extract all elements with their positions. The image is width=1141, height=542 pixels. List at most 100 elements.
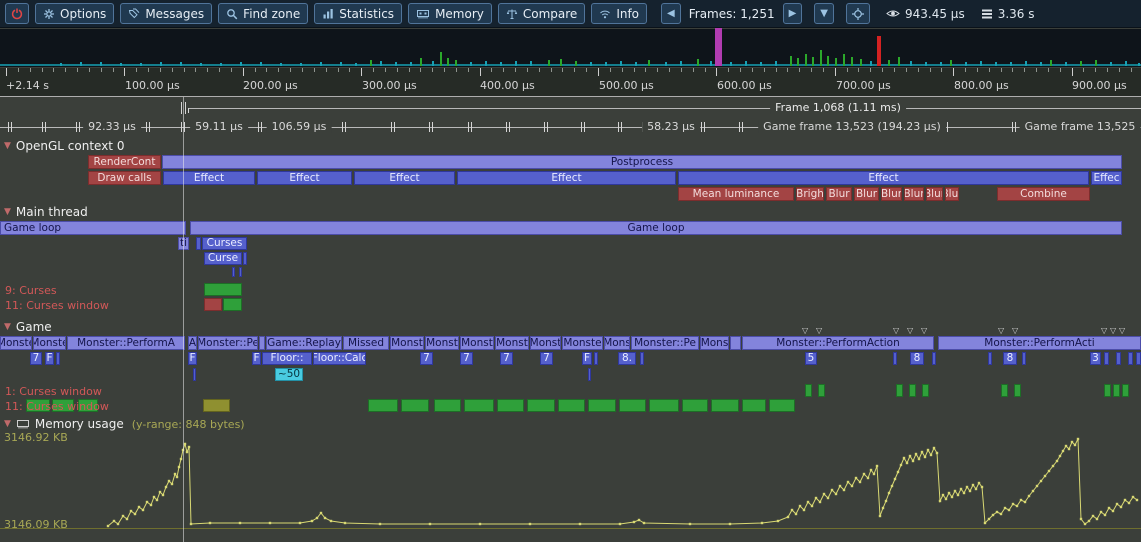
frame-bar[interactable] bbox=[560, 59, 562, 66]
frame-bar[interactable] bbox=[1050, 60, 1052, 66]
zone-bar[interactable] bbox=[1014, 384, 1021, 397]
zone-bar[interactable]: Monste bbox=[0, 336, 32, 350]
frame-bar[interactable] bbox=[380, 61, 382, 66]
zone-bar[interactable]: Combine bbox=[997, 187, 1090, 201]
frame-bar[interactable] bbox=[1025, 61, 1027, 66]
zone-bar[interactable] bbox=[497, 399, 524, 412]
frame-bar[interactable] bbox=[260, 62, 262, 66]
frame-bar[interactable] bbox=[715, 28, 722, 66]
zone-bar[interactable]: 7 bbox=[420, 352, 433, 365]
zone-bar[interactable]: Monster::PerformAction bbox=[742, 336, 934, 350]
zone-bar[interactable] bbox=[527, 399, 555, 412]
zone-bar[interactable]: Draw calls bbox=[88, 171, 161, 185]
find-zone-button[interactable]: Find zone bbox=[218, 3, 308, 24]
message-marker-icon[interactable]: ▽ bbox=[998, 326, 1004, 335]
zone-bar[interactable] bbox=[711, 399, 739, 412]
frame-bar[interactable] bbox=[60, 63, 62, 66]
message-marker-icon[interactable]: ▽ bbox=[1110, 326, 1116, 335]
zone-bar[interactable]: F bbox=[582, 352, 592, 365]
zone-bar[interactable]: Monst bbox=[460, 336, 494, 350]
frame-bar[interactable] bbox=[220, 63, 222, 66]
zone-bar[interactable]: Blur bbox=[945, 187, 959, 201]
frame-bar[interactable] bbox=[1080, 61, 1082, 66]
frame-bar[interactable] bbox=[530, 61, 532, 66]
zone-bar[interactable] bbox=[742, 399, 766, 412]
frame-bar[interactable] bbox=[1138, 63, 1140, 66]
frame-bar[interactable] bbox=[515, 61, 517, 66]
message-marker-icon[interactable]: ▽ bbox=[921, 326, 927, 335]
frame-bar[interactable] bbox=[432, 61, 434, 66]
frame-bar[interactable] bbox=[843, 54, 845, 66]
zone-bar[interactable] bbox=[204, 283, 242, 296]
zone-bar[interactable]: Monster::PerformActi bbox=[938, 336, 1141, 350]
memory-button[interactable]: Memory bbox=[408, 3, 492, 24]
zone-bar[interactable]: 7 bbox=[540, 352, 553, 365]
frame-bar[interactable] bbox=[870, 61, 872, 66]
zone-bar[interactable] bbox=[558, 399, 585, 412]
zone-bar[interactable] bbox=[730, 336, 741, 350]
zone-bar[interactable]: ~50 bbox=[275, 368, 303, 381]
frame-bar[interactable] bbox=[710, 61, 712, 66]
message-marker-icon[interactable]: ▽ bbox=[1012, 326, 1018, 335]
zone-bar[interactable] bbox=[594, 352, 598, 365]
info-button[interactable]: Info bbox=[591, 3, 647, 24]
goto-frame-button[interactable] bbox=[846, 3, 870, 24]
frame-bar[interactable] bbox=[500, 62, 502, 66]
zone-bar[interactable] bbox=[588, 399, 616, 412]
zone-bar[interactable]: Blur bbox=[926, 187, 943, 201]
zone-bar[interactable]: Effect bbox=[163, 171, 255, 185]
frame-bar[interactable] bbox=[980, 61, 982, 66]
zone-bar[interactable]: Effect bbox=[457, 171, 676, 185]
zone-bar[interactable] bbox=[649, 399, 679, 412]
zone-bar[interactable]: Monster::PerformA bbox=[67, 336, 185, 350]
zone-bar[interactable]: 8 bbox=[1003, 352, 1017, 365]
frame-bar[interactable] bbox=[200, 63, 202, 66]
frame-bar[interactable] bbox=[827, 56, 829, 66]
frame-bar[interactable] bbox=[820, 50, 822, 66]
zone-bar[interactable] bbox=[243, 252, 247, 265]
power-button[interactable] bbox=[5, 3, 29, 24]
zone-bar[interactable] bbox=[434, 399, 461, 412]
frame-bar[interactable] bbox=[888, 60, 890, 66]
zone-bar[interactable]: 7 bbox=[500, 352, 513, 365]
frame-bar[interactable] bbox=[548, 60, 550, 66]
frame-bar[interactable] bbox=[950, 60, 952, 66]
frame-bar[interactable] bbox=[940, 62, 942, 66]
lock-thread-label[interactable]: 1: Curses window bbox=[5, 385, 102, 398]
zone-bar[interactable]: Brigh bbox=[796, 187, 824, 201]
frame-set-dropdown-button[interactable]: ▼ bbox=[814, 3, 834, 24]
zone-bar[interactable]: Floor:: bbox=[262, 352, 312, 365]
zone-bar[interactable] bbox=[1113, 384, 1120, 397]
message-marker-icon[interactable]: ▽ bbox=[1101, 326, 1107, 335]
message-marker-icon[interactable]: ▽ bbox=[1119, 326, 1125, 335]
zone-bar[interactable]: Blur bbox=[881, 187, 902, 201]
zone-bar[interactable]: Game loop bbox=[190, 221, 1122, 235]
zone-bar[interactable] bbox=[232, 267, 235, 277]
zone-bar[interactable]: Blur bbox=[904, 187, 924, 201]
zone-bar[interactable] bbox=[259, 336, 265, 350]
zone-bar[interactable]: Effect bbox=[678, 171, 1089, 185]
frame-bar[interactable] bbox=[877, 36, 881, 66]
frame-bar[interactable] bbox=[180, 62, 182, 66]
message-marker-icon[interactable]: ▽ bbox=[893, 326, 899, 335]
message-marker-icon[interactable]: ▽ bbox=[907, 326, 913, 335]
frame-bar[interactable] bbox=[395, 62, 397, 66]
frame-bar[interactable] bbox=[1040, 62, 1042, 66]
zone-bar[interactable] bbox=[239, 267, 242, 277]
zone-bar[interactable]: Game::Replay bbox=[266, 336, 342, 350]
zone-bar[interactable]: 3 bbox=[1090, 352, 1101, 365]
zone-bar[interactable] bbox=[204, 298, 222, 311]
frame-bar[interactable] bbox=[910, 61, 912, 66]
zone-bar[interactable] bbox=[56, 352, 60, 365]
zone-bar[interactable] bbox=[619, 399, 646, 412]
prev-frame-button[interactable]: ◀ bbox=[661, 3, 681, 24]
zone-bar[interactable]: Monster::Pe bbox=[631, 336, 699, 350]
frame-bar[interactable] bbox=[1095, 60, 1097, 66]
frame-bar[interactable] bbox=[410, 62, 412, 66]
frame-overview-histogram[interactable] bbox=[0, 29, 1141, 67]
zone-bar[interactable] bbox=[223, 298, 242, 311]
zone-bar[interactable] bbox=[805, 384, 812, 397]
frame-bar[interactable] bbox=[635, 62, 637, 66]
collapse-icon[interactable]: ▼ bbox=[4, 322, 11, 332]
zone-bar[interactable]: 8. bbox=[618, 352, 636, 365]
